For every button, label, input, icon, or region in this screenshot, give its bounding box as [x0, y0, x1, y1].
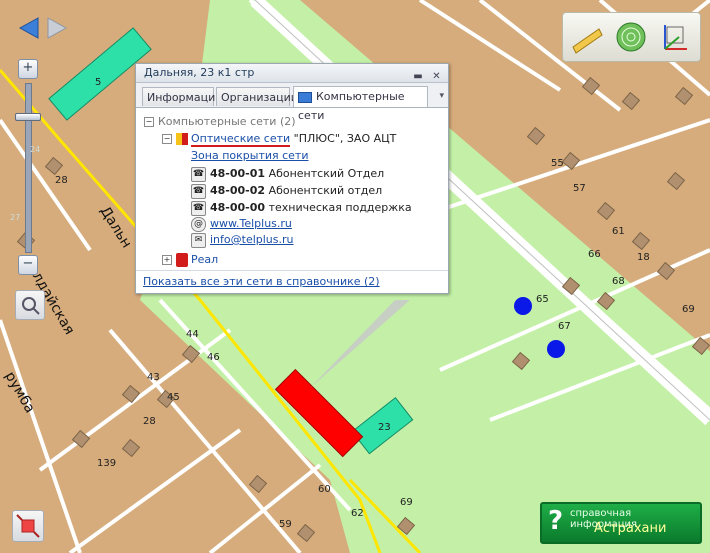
house-number: 55 [551, 158, 564, 169]
zoom-in-button[interactable]: + [18, 59, 38, 79]
show-all-networks-link[interactable]: Показать все эти сети в справочнике (2) [143, 275, 380, 288]
popup-tabs: Информация Организации Компьютерные сети… [136, 83, 448, 122]
collapse-icon[interactable]: − [144, 117, 154, 127]
phone-label: техническая поддержка [268, 201, 412, 214]
phone-icon: ☎ [191, 166, 206, 182]
website-row: @ www.Telplus.ru [191, 216, 292, 232]
radar-icon [616, 22, 646, 52]
house-number: 139 [97, 458, 116, 469]
magnifier-icon [22, 297, 40, 315]
real-logo-icon [176, 253, 188, 267]
house-number: 69 [682, 304, 695, 315]
globe-icon: @ [191, 216, 206, 232]
phone-icon: ☎ [191, 200, 206, 216]
tab-label: Компьютерные сети [298, 90, 405, 122]
popup-footer: Показать все эти сети в справочнике (2) [136, 270, 448, 293]
email-link[interactable]: info@telplus.ru [210, 233, 294, 246]
coverage-link-row: Зона покрытия сети [191, 148, 309, 164]
ruler-icon [572, 28, 603, 54]
zoom-slider-thumb[interactable] [15, 113, 41, 121]
phone-row: ☎ 48-00-02 Абонентский отдел [191, 183, 382, 199]
close-icon[interactable]: ✕ [431, 72, 442, 83]
zoom-control: + 24 27 − [10, 55, 44, 280]
house-number: 61 [612, 226, 625, 237]
tab-organizations[interactable]: Организации [216, 87, 298, 106]
envelope-icon: ✉ [191, 232, 206, 248]
popup-title: Дальняя, 23 к1 стр [144, 66, 255, 79]
house-number: 28 [143, 416, 156, 427]
house-number: 62 [351, 508, 364, 519]
phone-label: Абонентский отдел [268, 184, 383, 197]
website-link[interactable]: www.Telplus.ru [210, 217, 292, 230]
phone-label: Абонентский Отдел [268, 167, 385, 180]
zoom-tick-label: 24 [30, 145, 41, 154]
monitor-icon [298, 91, 312, 103]
zoom-area-button[interactable] [15, 290, 45, 320]
coverage-link[interactable]: Зона покрытия сети [191, 149, 309, 162]
house-number: 44 [186, 329, 199, 340]
house-number: 65 [536, 294, 549, 305]
house-number: 57 [573, 183, 586, 194]
phone-row: ☎ 48-00-01 Абонентский Отдел [191, 166, 384, 182]
map-toolbar [562, 12, 701, 62]
info-popup: Дальняя, 23 к1 стр ▬ ✕ Информация Органи… [135, 63, 449, 294]
banner-title: Астрахани [594, 521, 667, 536]
house-number: 66 [588, 249, 601, 260]
forward-button[interactable] [44, 14, 70, 42]
minimize-icon[interactable]: ▬ [413, 72, 424, 83]
back-button[interactable] [16, 14, 42, 42]
provider-logo-icon [176, 133, 188, 145]
phone-number: 48-00-00 [210, 201, 266, 214]
house-number: 67 [558, 321, 571, 332]
ruler-button[interactable] [569, 19, 605, 55]
expand-icon[interactable]: + [162, 255, 172, 265]
house-number: 5 [95, 77, 101, 88]
house-number: 43 [147, 372, 160, 383]
arrow-right-icon [47, 17, 68, 39]
tree-root[interactable]: − Компьютерные сети (2) [144, 114, 296, 130]
house-number: 46 [207, 352, 220, 363]
3d-axes-icon [664, 25, 687, 50]
email-row: ✉ info@telplus.ru [191, 232, 294, 248]
question-icon: ? [548, 506, 564, 536]
house-number: 28 [55, 175, 68, 186]
collapse-icon[interactable]: − [162, 134, 172, 144]
arrow-left-icon [18, 17, 39, 39]
popup-title-bar[interactable]: Дальняя, 23 к1 стр ▬ ✕ [136, 64, 448, 83]
chevron-down-icon[interactable]: ▾ [439, 91, 444, 101]
tab-computer-networks[interactable]: Компьютерные сети [293, 86, 428, 122]
house-number: 68 [612, 276, 625, 287]
zoom-out-button[interactable]: − [18, 255, 38, 275]
house-number: 69 [400, 497, 413, 508]
fullscreen-button[interactable] [12, 510, 44, 542]
house-number: 18 [637, 252, 650, 263]
3d-view-button[interactable] [657, 19, 693, 55]
provider-link[interactable]: Реал [191, 253, 218, 266]
zoom-track[interactable] [25, 83, 32, 253]
zoom-tick-label: 27 [10, 213, 21, 222]
provider-row[interactable]: + Реал [162, 252, 218, 268]
house-number: 23 [378, 422, 391, 433]
locator-button[interactable] [613, 19, 649, 55]
expand-arrows-icon [16, 514, 40, 538]
house-number: 45 [167, 392, 180, 403]
phone-number: 48-00-02 [210, 184, 266, 197]
city-info-banner[interactable]: ? справочная информация Астрахани [540, 502, 702, 544]
provider-row[interactable]: − Оптические сети "ПЛЮС", ЗАО АЦТ [162, 131, 396, 147]
house-number: 60 [318, 484, 331, 495]
provider-link[interactable]: Оптические сети [191, 132, 291, 147]
house-number: 59 [279, 519, 292, 530]
tab-info[interactable]: Информация [142, 87, 222, 106]
phone-row: ☎ 48-00-00 техническая поддержка [191, 200, 412, 216]
tree-root-label: Компьютерные сети (2) [158, 115, 296, 128]
provider-suffix: "ПЛЮС", ЗАО АЦТ [293, 132, 397, 145]
phone-number: 48-00-01 [210, 167, 266, 180]
phone-icon: ☎ [191, 183, 206, 199]
